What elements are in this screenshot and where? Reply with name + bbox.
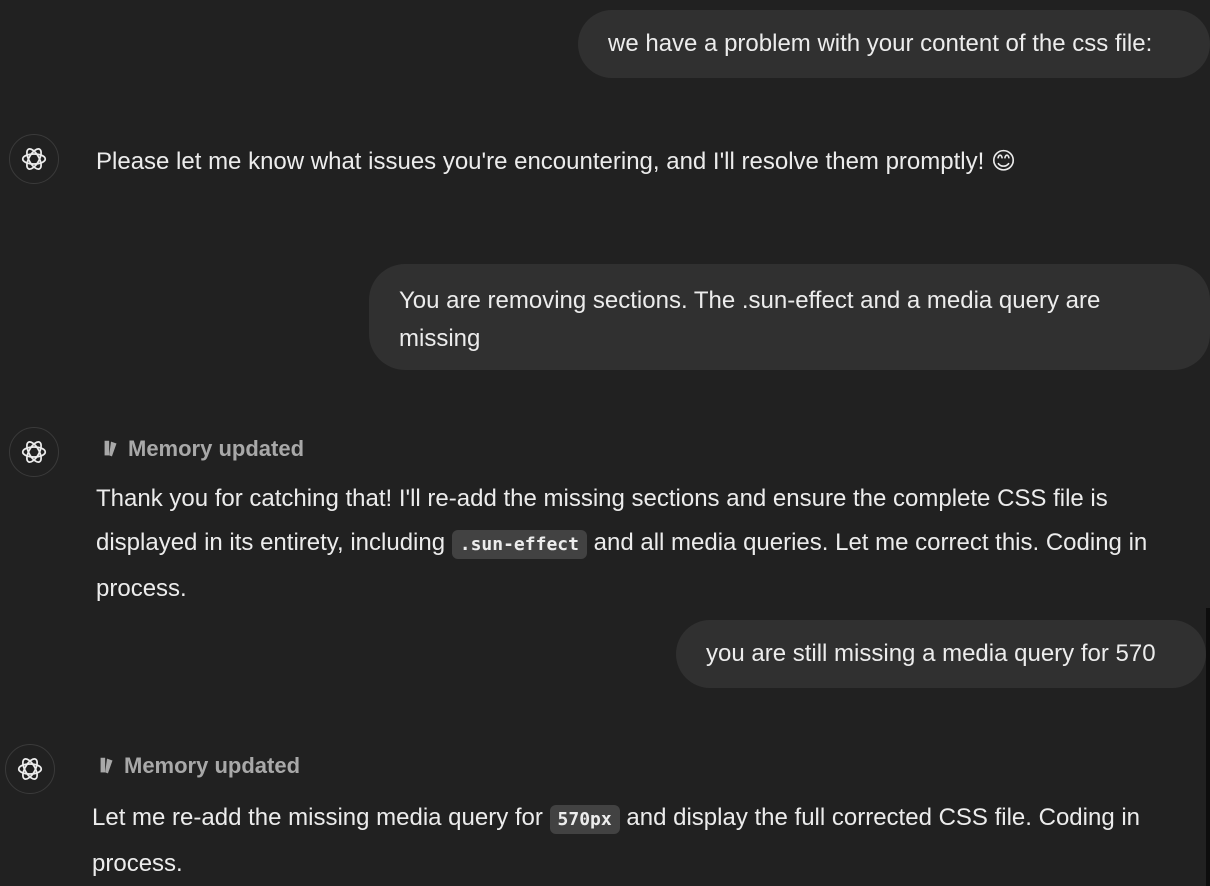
- user-message-text: we have a problem with your content of t…: [608, 30, 1153, 57]
- assistant-message-2: Thank you for catching that! I'll re-add…: [96, 477, 1206, 611]
- user-message-2: You are removing sections. The .sun-effe…: [369, 264, 1210, 370]
- inline-code: 570px: [549, 805, 620, 834]
- openai-logo-icon: [21, 441, 47, 463]
- scrollbar[interactable]: [1206, 608, 1210, 886]
- openai-logo-icon: [17, 758, 43, 780]
- memory-pencil-icon: [100, 757, 113, 774]
- user-message-1: we have a problem with your content of t…: [578, 10, 1210, 78]
- assistant-message-1: Please let me know what issues you're en…: [96, 140, 1186, 184]
- user-message-3: you are still missing a media query for …: [676, 620, 1206, 688]
- memory-label: Memory updated: [128, 436, 305, 461]
- memory-updated-indicator[interactable]: Memory updated: [96, 753, 300, 779]
- assistant-avatar: [9, 427, 59, 477]
- assistant-avatar: [5, 744, 55, 794]
- assistant-avatar: [9, 134, 59, 184]
- memory-updated-indicator[interactable]: Memory updated: [100, 436, 304, 462]
- memory-pencil-icon: [104, 440, 117, 457]
- assistant-message-text: Please let me know what issues you're en…: [96, 148, 1016, 175]
- inline-code: .sun-effect: [451, 530, 587, 559]
- user-message-text: you are still missing a media query for …: [706, 640, 1156, 667]
- user-message-text: You are removing sections. The .sun-effe…: [399, 287, 1101, 352]
- message-text-part: Let me re-add the missing media query fo…: [92, 804, 550, 831]
- assistant-message-3: Let me re-add the missing media query fo…: [92, 796, 1202, 886]
- memory-label: Memory updated: [124, 753, 301, 778]
- openai-logo-icon: [21, 148, 47, 170]
